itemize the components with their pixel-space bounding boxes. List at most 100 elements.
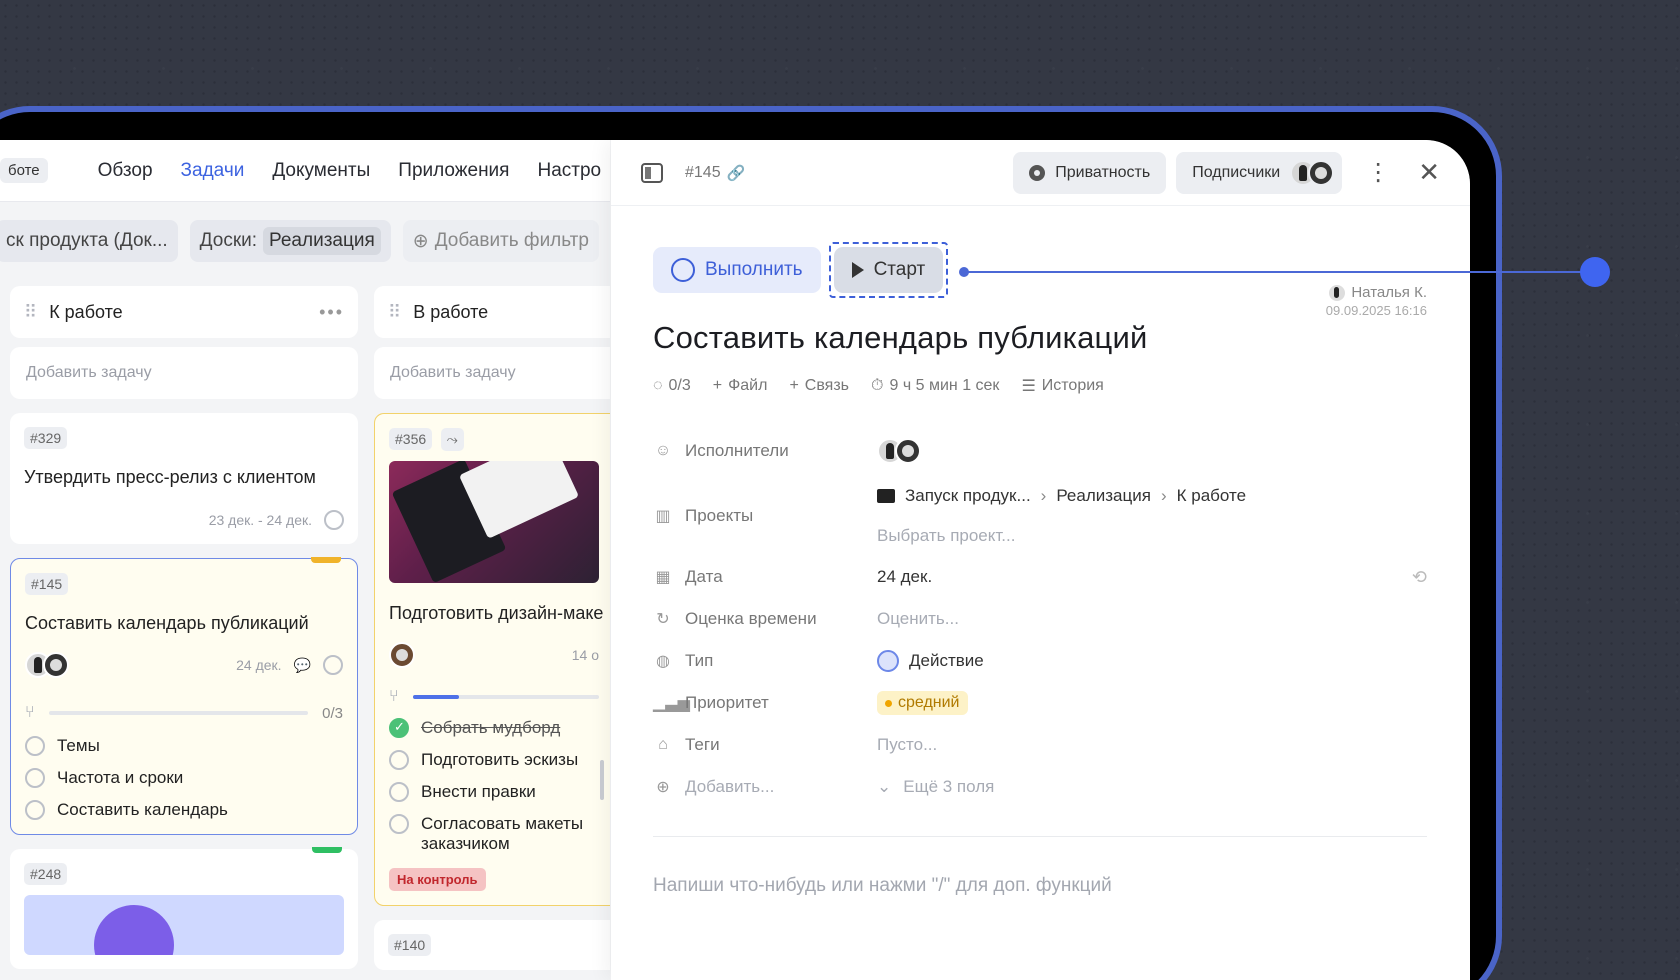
time-tracked[interactable]: ⏱ 9 ч 5 мин 1 сек [871,377,999,395]
repeat-icon[interactable]: ⟲ [1412,567,1427,588]
estimate-value[interactable]: Оценить... [877,598,1427,640]
checklist-item[interactable]: Согласовать макеты заказчиком [389,814,599,854]
app-screen: боте Обзор Задачи Документы Приложения Н… [0,140,1470,980]
type-value-row[interactable]: Действие [877,640,1427,682]
filter-boards-label: Доски: [199,230,258,251]
add-filter-button[interactable]: ⊕ Добавить фильтр [402,220,599,262]
privacy-button[interactable]: Приватность [1013,151,1167,194]
chevron-down-icon: ⌄ [877,777,892,796]
project-name[interactable]: Запуск продук... [905,486,1031,506]
tags-label: Теги [685,735,720,754]
more-vertical-icon[interactable]: ⋮ [1366,158,1390,187]
complete-button[interactable]: Выполнить [653,247,821,293]
start-button[interactable]: Старт [833,247,944,293]
checkbox-circle-icon[interactable] [25,768,45,788]
add-file-button[interactable]: + Файл [713,377,768,395]
subtask-link-icon: ⤳ [440,428,464,451]
nav-tasks[interactable]: Задачи [181,160,245,182]
tags-value[interactable]: Пусто... [877,724,1427,766]
nav-overview[interactable]: Обзор [98,160,153,182]
start-label: Старт [873,259,926,280]
close-icon[interactable]: ✕ [1418,157,1440,188]
task-thumbnail [24,895,344,955]
choose-project-button[interactable]: Выбрать проект... [877,516,1015,556]
nav-apps[interactable]: Приложения [398,160,509,182]
checkbox-circle-icon[interactable] [389,750,409,770]
task-dates: 23 дек. - 24 дек. [208,512,312,528]
checklist-item[interactable]: Темы [25,736,343,756]
sidebar-toggle-icon[interactable] [641,162,663,183]
checklist: Темы Частота и сроки Составить календарь [25,736,343,820]
drag-handle-icon[interactable]: ⠿ [24,302,37,323]
drag-handle-icon[interactable]: ⠿ [388,302,401,323]
header-actions: Приватность Подписчики ⋮ ✕ [1013,151,1440,194]
nav-settings[interactable]: Настро [537,160,601,182]
subscribers-button[interactable]: Подписчики [1176,151,1343,194]
priority-value-row[interactable]: средний [877,682,1427,724]
add-task-button[interactable]: Добавить задачу [10,347,358,399]
checklist-text: Темы [57,736,100,755]
project-board[interactable]: Реализация [1056,486,1151,506]
task-title[interactable]: Составить календарь публикаций [653,320,1427,356]
more-fields-button[interactable]: ⌄ Ещё 3 поля [877,766,1427,808]
task-meta: 23 дек. - 24 дек. [24,510,344,530]
prop-priority: ▁▃▅ Приоритет средний [653,682,1427,724]
panel-header: #145 🔗 Приватность Подписчики ⋮ ✕ [611,140,1470,206]
complete-circle-icon[interactable] [323,655,343,675]
checkbox-circle-icon[interactable] [25,736,45,756]
more-fields-label: Ещё 3 поля [903,777,995,796]
assignees-label: Исполнители [685,441,789,460]
checklist-text: Согласовать макеты заказчиком [421,814,584,853]
bars-icon: ▁▃▅ [653,695,690,712]
complete-circle-icon[interactable] [324,510,344,530]
assignees-value[interactable] [877,430,1427,472]
eye-icon [1029,164,1046,181]
task-card[interactable]: #248 [10,847,358,969]
status-chip[interactable]: боте [0,158,48,183]
task-card[interactable]: #329 Утвердить пресс-релиз с клиентом 23… [10,413,358,544]
nav-documents[interactable]: Документы [272,160,370,182]
avatar [1329,284,1346,301]
checklist-item[interactable]: Составить календарь [25,800,343,820]
progress-count: 0/3 [322,704,343,722]
column-header[interactable]: ⠿ В работе [374,286,610,338]
plus-circle-icon: ⊕ [656,779,670,796]
column-header[interactable]: ⠿ К работе ••• [10,286,358,338]
subtasks-counter[interactable]: ◌ 0/3 [653,377,691,395]
checklist-item[interactable]: Собрать мудборд [389,718,599,738]
checklist-item[interactable]: Частота и сроки [25,768,343,788]
project-breadcrumb[interactable]: Запуск продук... › Реализация › К работе [877,476,1246,516]
resize-handle[interactable] [600,760,604,800]
filter-boards[interactable]: Доски: Реализация [189,220,391,262]
type-icon: ◍ [656,653,670,670]
checklist-item[interactable]: Внести правки [389,782,599,802]
checkbox-circle-icon[interactable] [25,800,45,820]
prop-label: ▦ Дата [653,556,877,598]
add-link-button[interactable]: + Связь [789,377,849,395]
task-card[interactable]: #356 ⤳ Подготовить дизайн-маке 14 о ⑂ Со… [374,413,610,906]
checklist-item[interactable]: Подготовить эскизы [389,750,599,770]
task-card[interactable]: #140 [374,920,610,970]
priority-badge[interactable]: средний [877,691,968,715]
task-card-selected[interactable]: #145 Составить календарь публикаций 24 д… [10,557,358,835]
add-task-button[interactable]: Добавить задачу [374,347,610,399]
checkbox-checked-icon[interactable] [389,718,409,738]
task-meta-bar: ◌ 0/3 + Файл + Связь ⏱ 9 ч 5 мин 1 сек ☰ Исто… [653,376,1427,396]
checkbox-circle-icon[interactable] [389,814,409,834]
filter-product[interactable]: ск продукта (Док... [0,220,178,262]
plus-icon: + [712,377,723,394]
assignee-avatars [877,438,921,464]
chevron-right-icon: › [1160,486,1167,505]
checkbox-circle-icon[interactable] [389,782,409,802]
link-icon[interactable]: 🔗 [727,164,746,182]
date-value-row[interactable]: 24 дек. ⟲ [877,556,1427,598]
column-todo: ⠿ К работе ••• Добавить задачу #329 Утве… [10,286,358,969]
more-icon[interactable]: ••• [319,302,344,323]
avatar [1308,159,1335,186]
project-column[interactable]: К работе [1177,486,1246,506]
panel-body: Выполнить Старт Наталья К. 09.09.2025 16… [611,242,1470,897]
history-button[interactable]: ☰ История [1021,376,1103,396]
comment-editor[interactable]: Напиши что-нибудь или нажми "/" для доп.… [653,875,1427,897]
add-field-button[interactable]: ⊕ Добавить... [653,766,877,808]
history-label: История [1041,377,1104,394]
